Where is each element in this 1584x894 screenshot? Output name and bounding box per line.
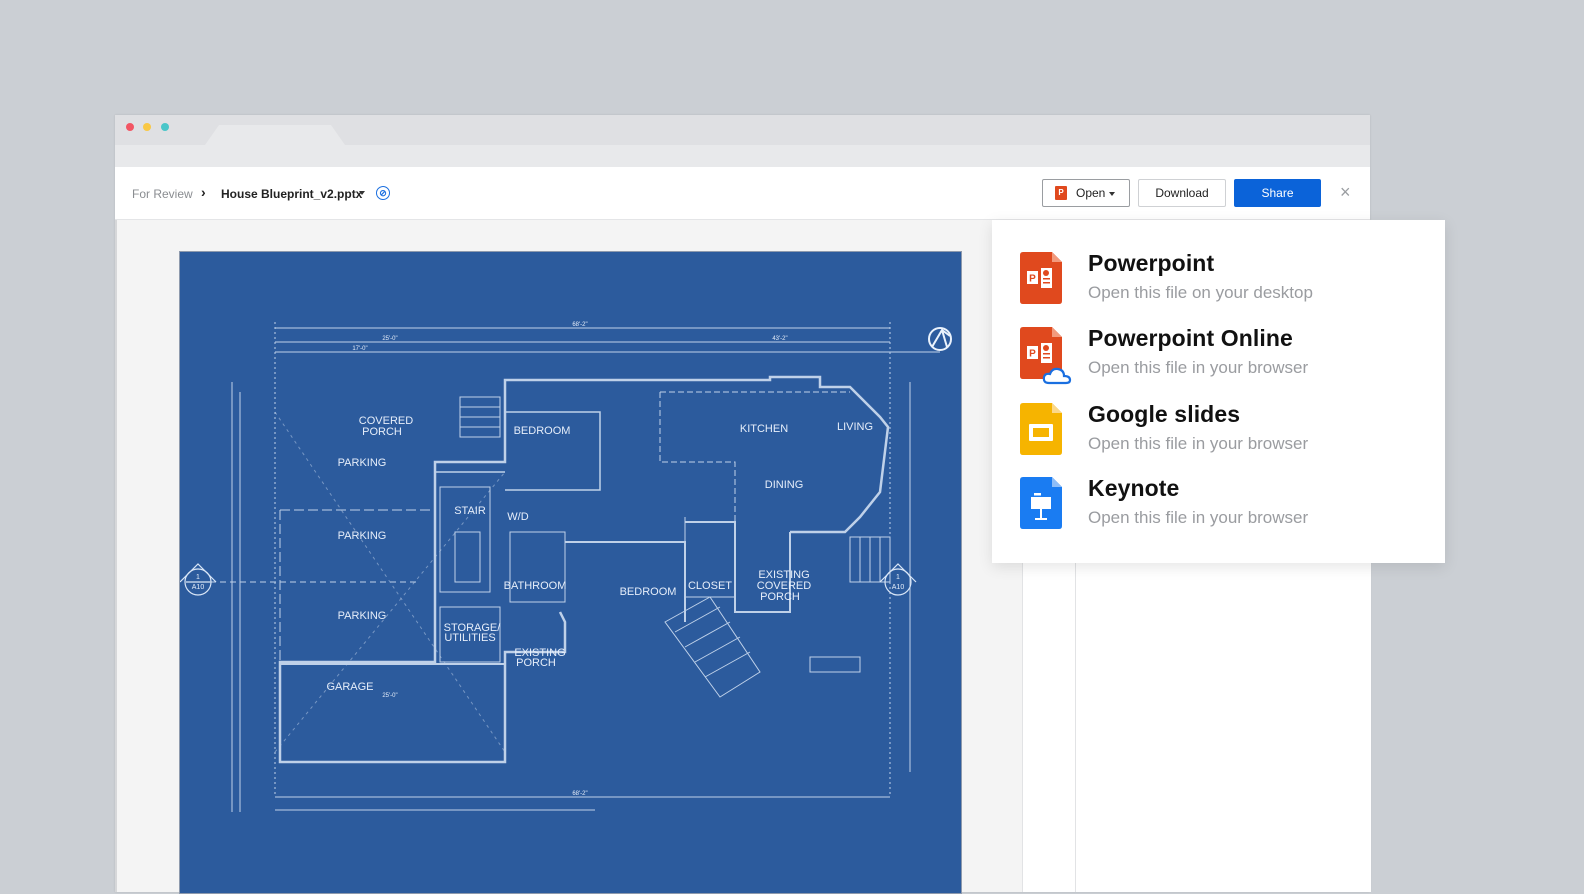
menu-item-powerpoint-online[interactable]: P Powerpoint Online Open this file in yo…: [992, 325, 1445, 399]
room-label-dining: DINING: [765, 479, 804, 491]
menu-item-subtitle: Open this file on your desktop: [1088, 283, 1313, 302]
north-arrow-icon: [928, 327, 952, 351]
room-label-bedroom-2: BEDROOM: [620, 586, 677, 598]
room-label-living: LIVING: [837, 421, 873, 433]
breadcrumb-file-name[interactable]: House Blueprint_v2.pptx: [221, 187, 362, 201]
powerpoint-small-icon: P: [1055, 186, 1067, 200]
menu-item-subtitle: Open this file in your browser: [1088, 358, 1309, 377]
menu-item-keynote[interactable]: Keynote Open this file in your browser: [992, 475, 1445, 549]
google-slides-icon: [1020, 403, 1064, 455]
open-with-menu: P Powerpoint Open this file on your desk…: [992, 220, 1445, 563]
menu-item-title: Google slides: [1088, 401, 1241, 427]
preview-area: COVERED PORCH PARKING PARKING PARKING BE…: [115, 220, 1024, 894]
room-label-existing-covered-porch-3: PORCH: [760, 591, 800, 603]
share-button[interactable]: Share: [1234, 179, 1321, 207]
room-label-kitchen: KITCHEN: [740, 423, 788, 435]
room-label-bedroom-1: BEDROOM: [514, 425, 571, 437]
minimize-window-button[interactable]: [143, 123, 151, 131]
room-label-bathroom: BATHROOM: [504, 580, 567, 592]
dimension-17: 17'-0": [352, 346, 367, 352]
blueprint-slide: COVERED PORCH PARKING PARKING PARKING BE…: [179, 251, 962, 894]
room-label-existing-porch-2: PORCH: [516, 657, 556, 669]
section-marker-sheet: A10: [192, 584, 205, 591]
chevron-right-icon: ›: [201, 184, 206, 200]
room-label-stair: STAIR: [454, 505, 486, 517]
caret-down-icon: [1109, 192, 1115, 196]
dimension-bottom: 68'-2": [572, 791, 587, 797]
room-label-storage-2: UTILITIES: [444, 632, 495, 644]
dimension-43: 43'-2": [772, 336, 787, 342]
dimension-total: 68'-2": [572, 322, 587, 328]
section-marker-number-right: 1: [896, 574, 900, 581]
close-window-button[interactable]: [126, 123, 134, 131]
room-label-parking-2: PARKING: [338, 530, 387, 542]
menu-item-google-slides[interactable]: Google slides Open this file in your bro…: [992, 401, 1445, 475]
browser-tab[interactable]: [205, 125, 345, 145]
powerpoint-online-icon: P: [1020, 327, 1076, 387]
svg-text:P: P: [1029, 274, 1036, 285]
title-bar: [115, 115, 1370, 145]
caret-down-icon[interactable]: [359, 191, 365, 195]
room-label-closet: CLOSET: [688, 580, 732, 592]
dimension-garage: 25'-0": [382, 693, 397, 699]
keynote-icon: [1020, 477, 1064, 529]
menu-item-subtitle: Open this file in your browser: [1088, 508, 1309, 527]
download-button[interactable]: Download: [1138, 179, 1226, 207]
room-label-covered-porch-2: PORCH: [362, 426, 402, 438]
menu-item-title: Keynote: [1088, 475, 1180, 501]
menu-item-powerpoint[interactable]: P Powerpoint Open this file on your desk…: [992, 250, 1445, 324]
open-button[interactable]: P Open: [1042, 179, 1130, 207]
menu-item-subtitle: Open this file in your browser: [1088, 434, 1309, 453]
room-label-garage: GARAGE: [326, 681, 373, 693]
maximize-window-button[interactable]: [161, 123, 169, 131]
room-label-parking-1: PARKING: [338, 457, 387, 469]
svg-text:P: P: [1029, 349, 1036, 360]
breadcrumb-root[interactable]: For Review: [132, 187, 193, 201]
file-toolbar: For Review › House Blueprint_v2.pptx ⊘ P…: [115, 167, 1370, 220]
powerpoint-icon: P: [1020, 252, 1064, 304]
section-marker-sheet-right: A10: [892, 584, 905, 591]
link-icon[interactable]: ⊘: [376, 186, 390, 200]
close-icon[interactable]: ×: [1340, 183, 1351, 201]
room-label-parking-3: PARKING: [338, 610, 387, 622]
open-button-label: Open: [1076, 186, 1106, 200]
room-label-wd: W/D: [507, 511, 528, 523]
dimension-25: 25'-0": [382, 336, 397, 342]
floor-plan-drawing: COVERED PORCH PARKING PARKING PARKING BE…: [180, 322, 952, 812]
menu-item-title: Powerpoint: [1088, 250, 1215, 276]
menu-item-title: Powerpoint Online: [1088, 325, 1293, 351]
section-marker-number: 1: [196, 574, 200, 581]
address-bar: [115, 145, 1370, 167]
